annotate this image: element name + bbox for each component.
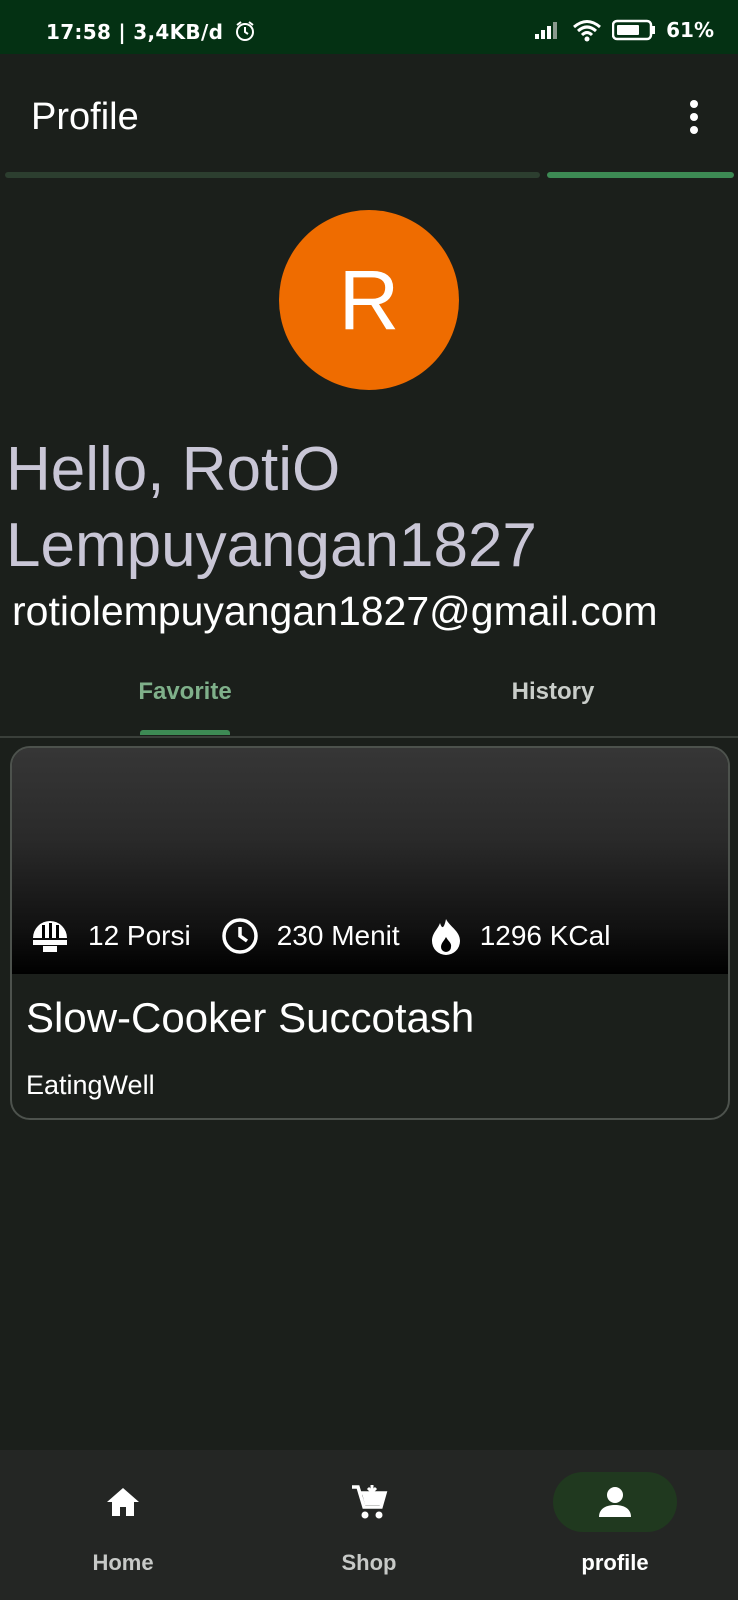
- calories-text: 1296 KCal: [479, 920, 611, 951]
- profile-tabs: Favorite History: [0, 660, 738, 738]
- recipe-card[interactable]: 12 Porsi 230 Menit 1296 KCal Slow-Cooker…: [10, 746, 730, 1120]
- status-time: 17:58 | 3,4KB/d: [46, 20, 256, 44]
- battery-percent: 61%: [666, 18, 714, 42]
- time-stat: 230 Menit: [221, 917, 400, 955]
- nav-home-label: Home: [92, 1550, 154, 1575]
- servings-text: 12 Porsi: [88, 920, 191, 951]
- servings-stat: 12 Porsi: [30, 916, 191, 956]
- servings-icon: [33, 921, 67, 952]
- battery-icon: [612, 19, 656, 41]
- signal-icon: [535, 22, 558, 39]
- nav-profile-label: profile: [581, 1550, 649, 1575]
- app-bar: Profile: [0, 54, 738, 174]
- nav-shop[interactable]: Shop: [246, 1450, 492, 1600]
- calories-stat: 1296 KCal: [430, 917, 611, 955]
- home-icon: [107, 1488, 139, 1516]
- nav-shop-label: Shop: [341, 1550, 397, 1575]
- status-icons: 61%: [534, 18, 714, 42]
- person-icon: [599, 1487, 631, 1517]
- status-time-text: 17:58 | 3,4KB/d: [46, 20, 224, 44]
- recipe-title: Slow-Cooker Succotash: [26, 994, 475, 1041]
- greeting-text: Hello, RotiO Lempuyangan1827: [6, 435, 537, 580]
- tab-favorite[interactable]: Favorite: [0, 678, 370, 706]
- tab-history[interactable]: History: [368, 678, 738, 706]
- clock-icon: [221, 918, 258, 954]
- nav-shop-icon-wrap: [307, 1472, 431, 1532]
- recipe-source: EatingWell: [26, 1070, 155, 1100]
- page-progress-track: [5, 172, 540, 178]
- nav-home[interactable]: Home: [0, 1450, 246, 1600]
- nav-profile-icon-wrap: [553, 1472, 677, 1532]
- recipe-stats: 12 Porsi 230 Menit 1296 KCal: [30, 916, 640, 956]
- fire-icon: [431, 919, 460, 955]
- avatar[interactable]: R: [279, 210, 459, 390]
- status-bar: 17:58 | 3,4KB/d 61%: [0, 0, 738, 54]
- bottom-nav: Home Shop profile: [0, 1450, 738, 1600]
- page-title: Profile: [31, 96, 139, 138]
- page-progress-indicator: [547, 172, 734, 178]
- nav-home-icon-wrap: [61, 1472, 185, 1532]
- nav-profile[interactable]: profile: [492, 1450, 738, 1600]
- alarm-icon: [236, 21, 255, 41]
- more-vert-icon[interactable]: [682, 99, 706, 135]
- avatar-letter: R: [338, 252, 400, 347]
- tab-indicator: [140, 730, 230, 735]
- cart-icon: [352, 1485, 388, 1519]
- time-text: 230 Menit: [276, 920, 400, 951]
- wifi-icon: [573, 20, 602, 42]
- email-text: rotiolempuyangan1827@gmail.com: [12, 588, 658, 634]
